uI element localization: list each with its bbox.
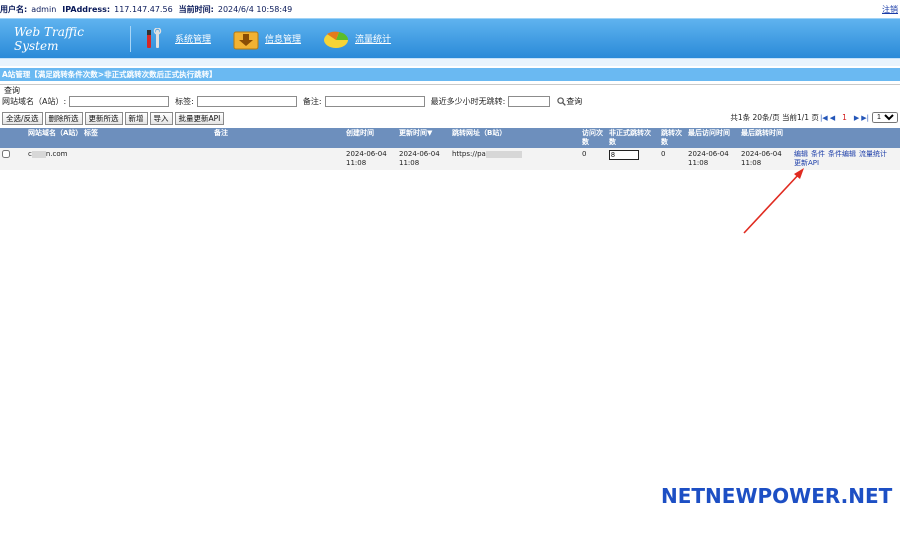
- informal-jumps-input[interactable]: [609, 150, 639, 160]
- condition-link[interactable]: 条件: [811, 150, 825, 158]
- cell-note: [212, 148, 344, 170]
- col-last-jump[interactable]: 最后跳转时间: [739, 128, 792, 148]
- app-header: Web Traffic System 系统管理 信息管理 流量统计: [0, 18, 900, 58]
- col-domain[interactable]: 网站域名（A站）: [26, 128, 82, 148]
- domain-input[interactable]: [69, 96, 170, 107]
- domain-label: 网站域名（A站）:: [2, 97, 67, 106]
- nav-label: 系统管理: [175, 35, 212, 45]
- tools-icon: [147, 27, 162, 48]
- col-jumps[interactable]: 跳转次数: [659, 128, 686, 148]
- import-button[interactable]: 导入: [149, 112, 173, 125]
- query-panel: 查询 网站域名（A站）: 标签: 备注: 最近多少小时无跳转: 查询: [0, 84, 900, 110]
- header-checkbox-cell: [0, 128, 26, 148]
- breadcrumb: A站管理【满足跳转条件次数>非正式跳转次数后正式执行跳转】: [0, 68, 900, 81]
- time-value: 2024/6/4 10:58:49: [217, 4, 293, 14]
- batch-update-api-button[interactable]: 批量更新API: [174, 112, 225, 125]
- time-label: 当前时间:: [178, 4, 214, 14]
- delete-selected-button[interactable]: 删除所选: [44, 112, 83, 125]
- search-icon: [557, 97, 567, 106]
- col-actions: [792, 128, 900, 148]
- top-status-bar: 用户名: admin IPAddress: 117.147.47.56 当前时间…: [0, 0, 900, 18]
- cell-updated: 2024-06-04 11:08: [397, 148, 450, 170]
- user-value: admin: [31, 4, 57, 14]
- brand-logo: Web Traffic System: [14, 24, 84, 53]
- recent-hours-label: 最近多少小时无跳转:: [430, 97, 506, 106]
- update-selected-button[interactable]: 更新所选: [84, 112, 123, 125]
- next-page-icon[interactable]: ▶: [854, 114, 859, 122]
- search-label: 查询: [566, 97, 583, 106]
- query-row: 网站域名（A站）: 标签: 备注: 最近多少小时无跳转: 查询: [2, 96, 582, 107]
- last-page-icon[interactable]: ▶|: [861, 114, 869, 122]
- select-all-button[interactable]: 全选/反选: [2, 112, 43, 125]
- col-last-visit[interactable]: 最后访问时间: [686, 128, 739, 148]
- cell-jump-url: https://pa: [450, 148, 580, 170]
- watermark-text: NETNEWPOWER.NET: [661, 484, 893, 508]
- site-table: 网站域名（A站） 标签 备注 创建时间 更新时间▼ 跳转网址（B站） 访问次数 …: [0, 128, 900, 170]
- nav-label: 流量统计: [355, 35, 392, 45]
- redacted-block: [485, 150, 522, 158]
- col-updated[interactable]: 更新时间▼: [397, 128, 450, 148]
- nav-traffic-stats[interactable]: 流量统计: [323, 28, 391, 50]
- pie-chart-icon: [324, 31, 349, 48]
- page-select[interactable]: 1: [872, 112, 898, 123]
- cell-jumps: 0: [659, 148, 686, 170]
- col-tag[interactable]: 标签: [82, 128, 212, 148]
- cell-informal-jumps: [607, 148, 659, 170]
- search-button[interactable]: 查询: [557, 96, 582, 107]
- tag-input[interactable]: [196, 96, 297, 107]
- col-created[interactable]: 创建时间: [344, 128, 397, 148]
- col-jump-url[interactable]: 跳转网址（B站）: [450, 128, 580, 148]
- action-toolbar: 全选/反选 删除所选 更新所选 新增 导入 批量更新API 共1条 20条/页 …: [0, 111, 900, 126]
- recent-hours-input[interactable]: [508, 96, 551, 107]
- row-checkbox-cell: [0, 148, 26, 170]
- add-button[interactable]: 新增: [124, 112, 148, 125]
- prev-page-icon[interactable]: ◀: [830, 114, 835, 122]
- domain-suffix: n.com: [45, 150, 68, 158]
- traffic-stats-link[interactable]: 流量统计: [859, 150, 887, 158]
- logout-link[interactable]: 注销: [882, 4, 898, 15]
- pagination: 共1条 20条/页 当前1/1 页 |◀ ◀ 1 ▶ ▶| 1: [730, 112, 898, 123]
- cell-tag: [82, 148, 212, 170]
- nav-label: 信息管理: [265, 35, 302, 45]
- jump-url-prefix: https://pa: [452, 150, 486, 158]
- col-visits[interactable]: 访问次数: [580, 128, 607, 148]
- header-band: [0, 58, 900, 66]
- user-label: 用户名:: [0, 4, 28, 14]
- nav-system-management[interactable]: 系统管理: [143, 27, 212, 50]
- download-folder-icon: [233, 31, 259, 49]
- cell-domain: c n.com: [26, 148, 82, 170]
- note-input[interactable]: [324, 96, 425, 107]
- cell-last-visit: 2024-06-04 11:08: [686, 148, 739, 170]
- col-informal-jumps[interactable]: 非正式跳转次数: [607, 128, 659, 148]
- col-note[interactable]: 备注: [212, 128, 344, 148]
- ip-label: IPAddress:: [62, 4, 111, 14]
- redacted-block: [31, 150, 46, 158]
- nav-info-management[interactable]: 信息管理: [233, 28, 301, 50]
- row-checkbox[interactable]: [2, 150, 10, 158]
- ip-value: 117.147.47.56: [114, 4, 173, 14]
- table-header-row: 网站域名（A站） 标签 备注 创建时间 更新时间▼ 跳转网址（B站） 访问次数 …: [0, 128, 900, 148]
- query-title: 查询: [4, 86, 20, 95]
- header-divider: [130, 25, 131, 52]
- current-page[interactable]: 1: [842, 113, 847, 122]
- tag-label: 标签:: [175, 97, 194, 106]
- edit-link[interactable]: 编辑: [794, 150, 808, 158]
- note-label: 备注:: [302, 97, 322, 106]
- cell-created: 2024-06-04 11:08: [344, 148, 397, 170]
- annotation-arrow: [743, 168, 804, 234]
- first-page-icon[interactable]: |◀: [820, 114, 828, 122]
- pager-summary: 共1条 20条/页 当前1/1 页: [730, 113, 819, 122]
- condition-edit-link[interactable]: 条件编辑: [828, 150, 856, 158]
- cell-visits: 0: [580, 148, 607, 170]
